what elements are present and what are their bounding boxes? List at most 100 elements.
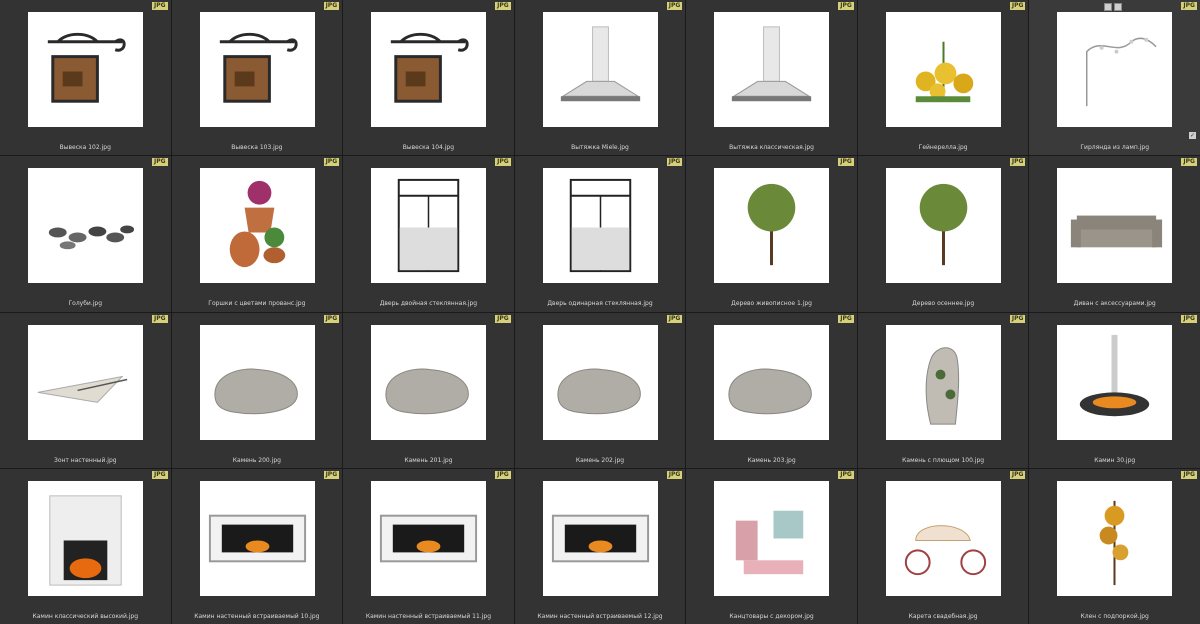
file-name-label: Камин настенный встраиваемый 11.jpg (365, 612, 492, 620)
frame-icon[interactable] (1104, 3, 1113, 11)
file-name-label: Дверь двойная стеклянная.jpg (379, 300, 478, 308)
thumbnail-item[interactable]: JPG Вывеска 102.jpg (0, 0, 171, 156)
hood-icon[interactable] (542, 12, 658, 127)
file-name-label: Вытяжка классическая.jpg (729, 144, 814, 151)
file-name-label: Клен с подпоркой.jpg (1080, 612, 1149, 620)
thumbnail-item[interactable]: JPG Дерево живописное 1.jpg (686, 156, 857, 312)
file-type-badge: JPG (495, 470, 511, 479)
thumbnail-item[interactable]: JPG Камень 203.jpg (686, 312, 857, 468)
file-type-badge: JPG (1181, 158, 1197, 167)
thumbnail-item[interactable]: JPG Голуби.jpg (0, 156, 171, 312)
file-type-badge: JPG (666, 2, 683, 10)
thumbnail-item[interactable]: JPG Диван с аксессуарами.jpg (1029, 156, 1200, 312)
file-type-badge: JPG (838, 470, 854, 479)
file-type-badge: JPG (1009, 314, 1026, 323)
file-type-badge: JPG (152, 158, 168, 167)
file-name-label: Камень 201.jpg (404, 456, 453, 464)
fireplace-wall-icon[interactable] (199, 480, 315, 596)
thumbnail-item[interactable]: JPG Канцтовары с декором.jpg (686, 468, 857, 624)
file-type-badge: JPG (1009, 2, 1026, 10)
file-type-badge: JPG (666, 314, 683, 323)
stone-icon[interactable] (199, 324, 315, 440)
thumbnail-item[interactable]: JPG Камин 30.jpg (1029, 312, 1200, 468)
thumbnail-item[interactable]: JPG Камень с плющом 100.jpg (857, 312, 1029, 468)
thumbnail-item[interactable]: JPG Камень 200.jpg (171, 312, 343, 468)
thumbnail-item[interactable]: JPG Вывеска 104.jpg (343, 0, 514, 156)
check-icon[interactable]: ✓ (1188, 132, 1196, 139)
fireplace-classic-icon[interactable] (28, 480, 143, 596)
file-name-label: Камень 203.jpg (747, 456, 796, 464)
thumbnail-item[interactable]: JPG Дверь одинарная стеклянная.jpg (514, 156, 686, 312)
thumbnail-item[interactable]: JPG Клен с подпоркой.jpg (1029, 468, 1200, 624)
door-icon[interactable] (371, 168, 487, 284)
file-name-label: Голуби.jpg (68, 300, 103, 308)
file-name-label: Вытяжка Miele.jpg (571, 144, 629, 151)
file-type-badge: JPG (838, 158, 854, 167)
file-name-label: Дерево живописное 1.jpg (731, 300, 812, 308)
maple-icon[interactable] (1057, 480, 1173, 596)
pigeons-icon[interactable] (28, 168, 143, 284)
stationery-icon[interactable] (714, 480, 830, 596)
thumbnail-item[interactable]: JPG Камин настенный встраиваемый 10.jpg (171, 468, 343, 624)
door-icon[interactable] (542, 168, 658, 284)
file-name-label: Канцтовары с декором.jpg (729, 612, 814, 620)
file-name-label: Горшки с цветами прованс.jpg (208, 300, 306, 308)
thumbnail-item[interactable]: JPG Гирлянда из ламп.jpg ✓ (1029, 0, 1200, 156)
thumbnail-item[interactable]: JPG Камин настенный встраиваемый 11.jpg (343, 468, 514, 624)
thumbnail-item[interactable]: JPG Камин настенный встраиваемый 12.jpg (514, 468, 686, 624)
pots-icon[interactable] (199, 168, 315, 284)
selection-tools (1104, 3, 1123, 11)
tree-icon[interactable] (885, 168, 1001, 284)
edit-icon[interactable] (1114, 3, 1123, 11)
garland-icon[interactable] (1057, 12, 1173, 127)
file-type-badge: JPG (152, 2, 168, 10)
stone-icon[interactable] (371, 324, 487, 440)
file-name-label: Камень с плющом 100.jpg (902, 456, 985, 464)
stone-icon[interactable] (542, 324, 658, 440)
thumbnail-item[interactable]: JPG Камень 202.jpg (514, 312, 686, 468)
carriage-icon[interactable] (885, 480, 1001, 596)
flower-icon[interactable] (885, 12, 1001, 127)
thumbnail-item[interactable]: JPG Карета свадебная.jpg (857, 468, 1029, 624)
file-type-badge: JPG (152, 314, 168, 323)
file-name-label: Дверь одинарная стеклянная.jpg (547, 300, 653, 308)
fireplace-round-icon[interactable] (1057, 324, 1173, 440)
stone-ivy-icon[interactable] (885, 324, 1001, 440)
thumbnail-item[interactable]: JPG Дверь двойная стеклянная.jpg (343, 156, 514, 312)
file-type-badge: JPG (495, 2, 511, 10)
thumbnail-item[interactable]: JPG Зонт настенный.jpg (0, 312, 171, 468)
thumbnail-item[interactable]: JPG Камень 201.jpg (343, 312, 514, 468)
file-name-label: Зонт настенный.jpg (53, 456, 117, 464)
file-name-label: Гейнерелла.jpg (918, 144, 968, 151)
thumbnail-item[interactable]: JPG Вытяжка Miele.jpg (514, 0, 686, 156)
fireplace-wall-icon[interactable] (371, 480, 487, 596)
file-name-label: Дерево осеннее.jpg (912, 300, 975, 308)
file-type-badge: JPG (152, 470, 168, 479)
thumbnail-item[interactable]: JPG Горшки с цветами прованс.jpg (171, 156, 343, 312)
file-name-label: Вывеска 102.jpg (59, 144, 111, 151)
thumbnail-item[interactable]: JPG Вывеска 103.jpg (171, 0, 343, 156)
tree-icon[interactable] (714, 168, 830, 284)
thumbnail-item[interactable]: JPG Камин классический высокий.jpg (0, 468, 171, 624)
stone-icon[interactable] (714, 324, 830, 440)
file-name-label: Диван с аксессуарами.jpg (1073, 300, 1156, 308)
umbrella-icon[interactable] (28, 324, 143, 440)
file-type-badge: JPG (1009, 470, 1026, 479)
fireplace-wall-icon[interactable] (542, 480, 658, 596)
thumbnail-grid: JPG Вывеска 102.jpg JPG Вывеска 103.jpg JP… (0, 0, 1200, 624)
file-type-badge: JPG (323, 2, 340, 10)
file-name-label: Карета свадебная.jpg (908, 612, 978, 620)
sign-icon[interactable] (371, 12, 487, 127)
file-name-label: Гирлянда из ламп.jpg (1080, 144, 1150, 151)
sofa-icon[interactable] (1057, 168, 1173, 284)
file-type-badge: JPG (666, 470, 683, 479)
file-name-label: Камень 202.jpg (575, 456, 625, 464)
file-name-label: Камень 200.jpg (232, 456, 281, 464)
file-name-label: Камин настенный встраиваемый 12.jpg (537, 612, 663, 620)
thumbnail-item[interactable]: JPG Гейнерелла.jpg (857, 0, 1029, 156)
sign-icon[interactable] (28, 12, 143, 127)
thumbnail-item[interactable]: JPG Вытяжка классическая.jpg (686, 0, 857, 156)
hood-icon[interactable] (714, 12, 830, 127)
thumbnail-item[interactable]: JPG Дерево осеннее.jpg (857, 156, 1029, 312)
sign-icon[interactable] (199, 12, 315, 127)
